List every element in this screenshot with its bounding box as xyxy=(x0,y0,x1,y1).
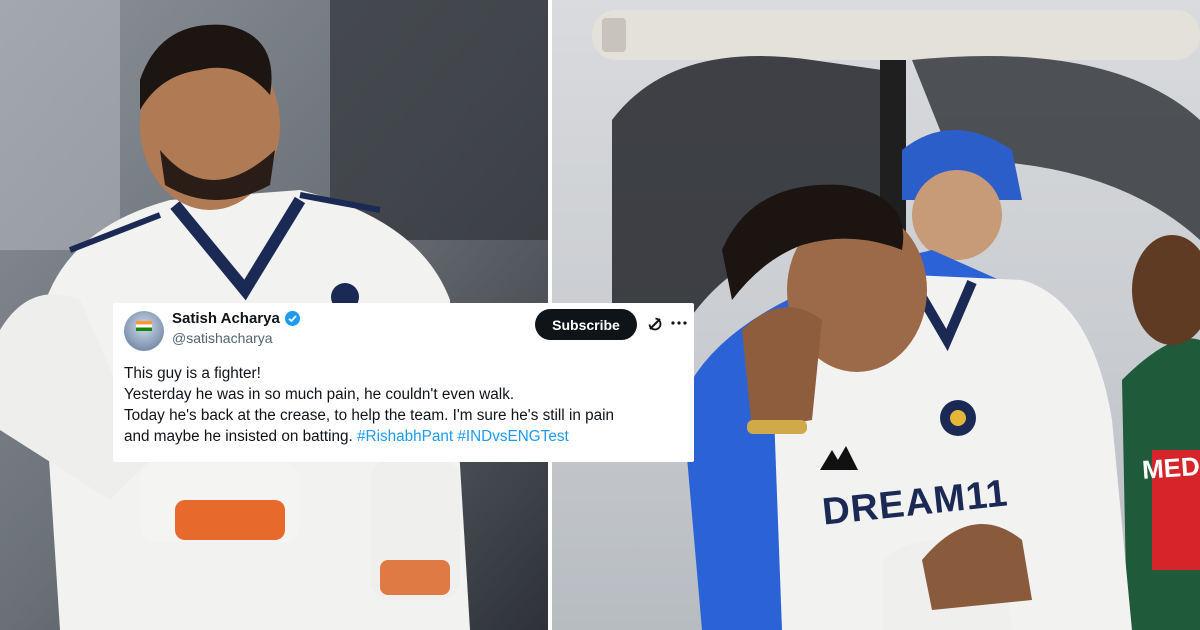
medic-vest-text: MEDIC xyxy=(1141,449,1200,485)
tweet-line: Today he's back at the crease, to help t… xyxy=(124,407,615,424)
tweet-line: and maybe he insisted on batting. xyxy=(124,428,353,445)
hashtag-link[interactable]: #INDvsENGTest xyxy=(457,428,568,445)
subscribe-button[interactable]: Subscribe xyxy=(535,309,637,340)
avatar[interactable] xyxy=(124,311,164,351)
author-handle[interactable]: @satishacharya xyxy=(172,330,273,346)
more-options-icon[interactable] xyxy=(670,314,688,332)
tweet-text: This guy is a fighter! Yesterday he was … xyxy=(124,363,689,447)
author-name[interactable]: Satish Acharya xyxy=(172,310,280,327)
tweet-line-with-hashtags: and maybe he insisted on batting. #Risha… xyxy=(124,426,689,447)
verified-badge-icon xyxy=(285,311,300,326)
tweet-line: This guy is a fighter! xyxy=(124,365,261,382)
flag-icon xyxy=(136,321,152,331)
grok-icon[interactable] xyxy=(646,315,664,333)
tweet-line: Yesterday he was in so much pain, he cou… xyxy=(124,386,515,403)
hashtag-link[interactable]: #RishabhPant xyxy=(357,428,453,445)
tweet-card[interactable]: Satish Acharya @satishacharya Subscribe … xyxy=(113,303,694,462)
